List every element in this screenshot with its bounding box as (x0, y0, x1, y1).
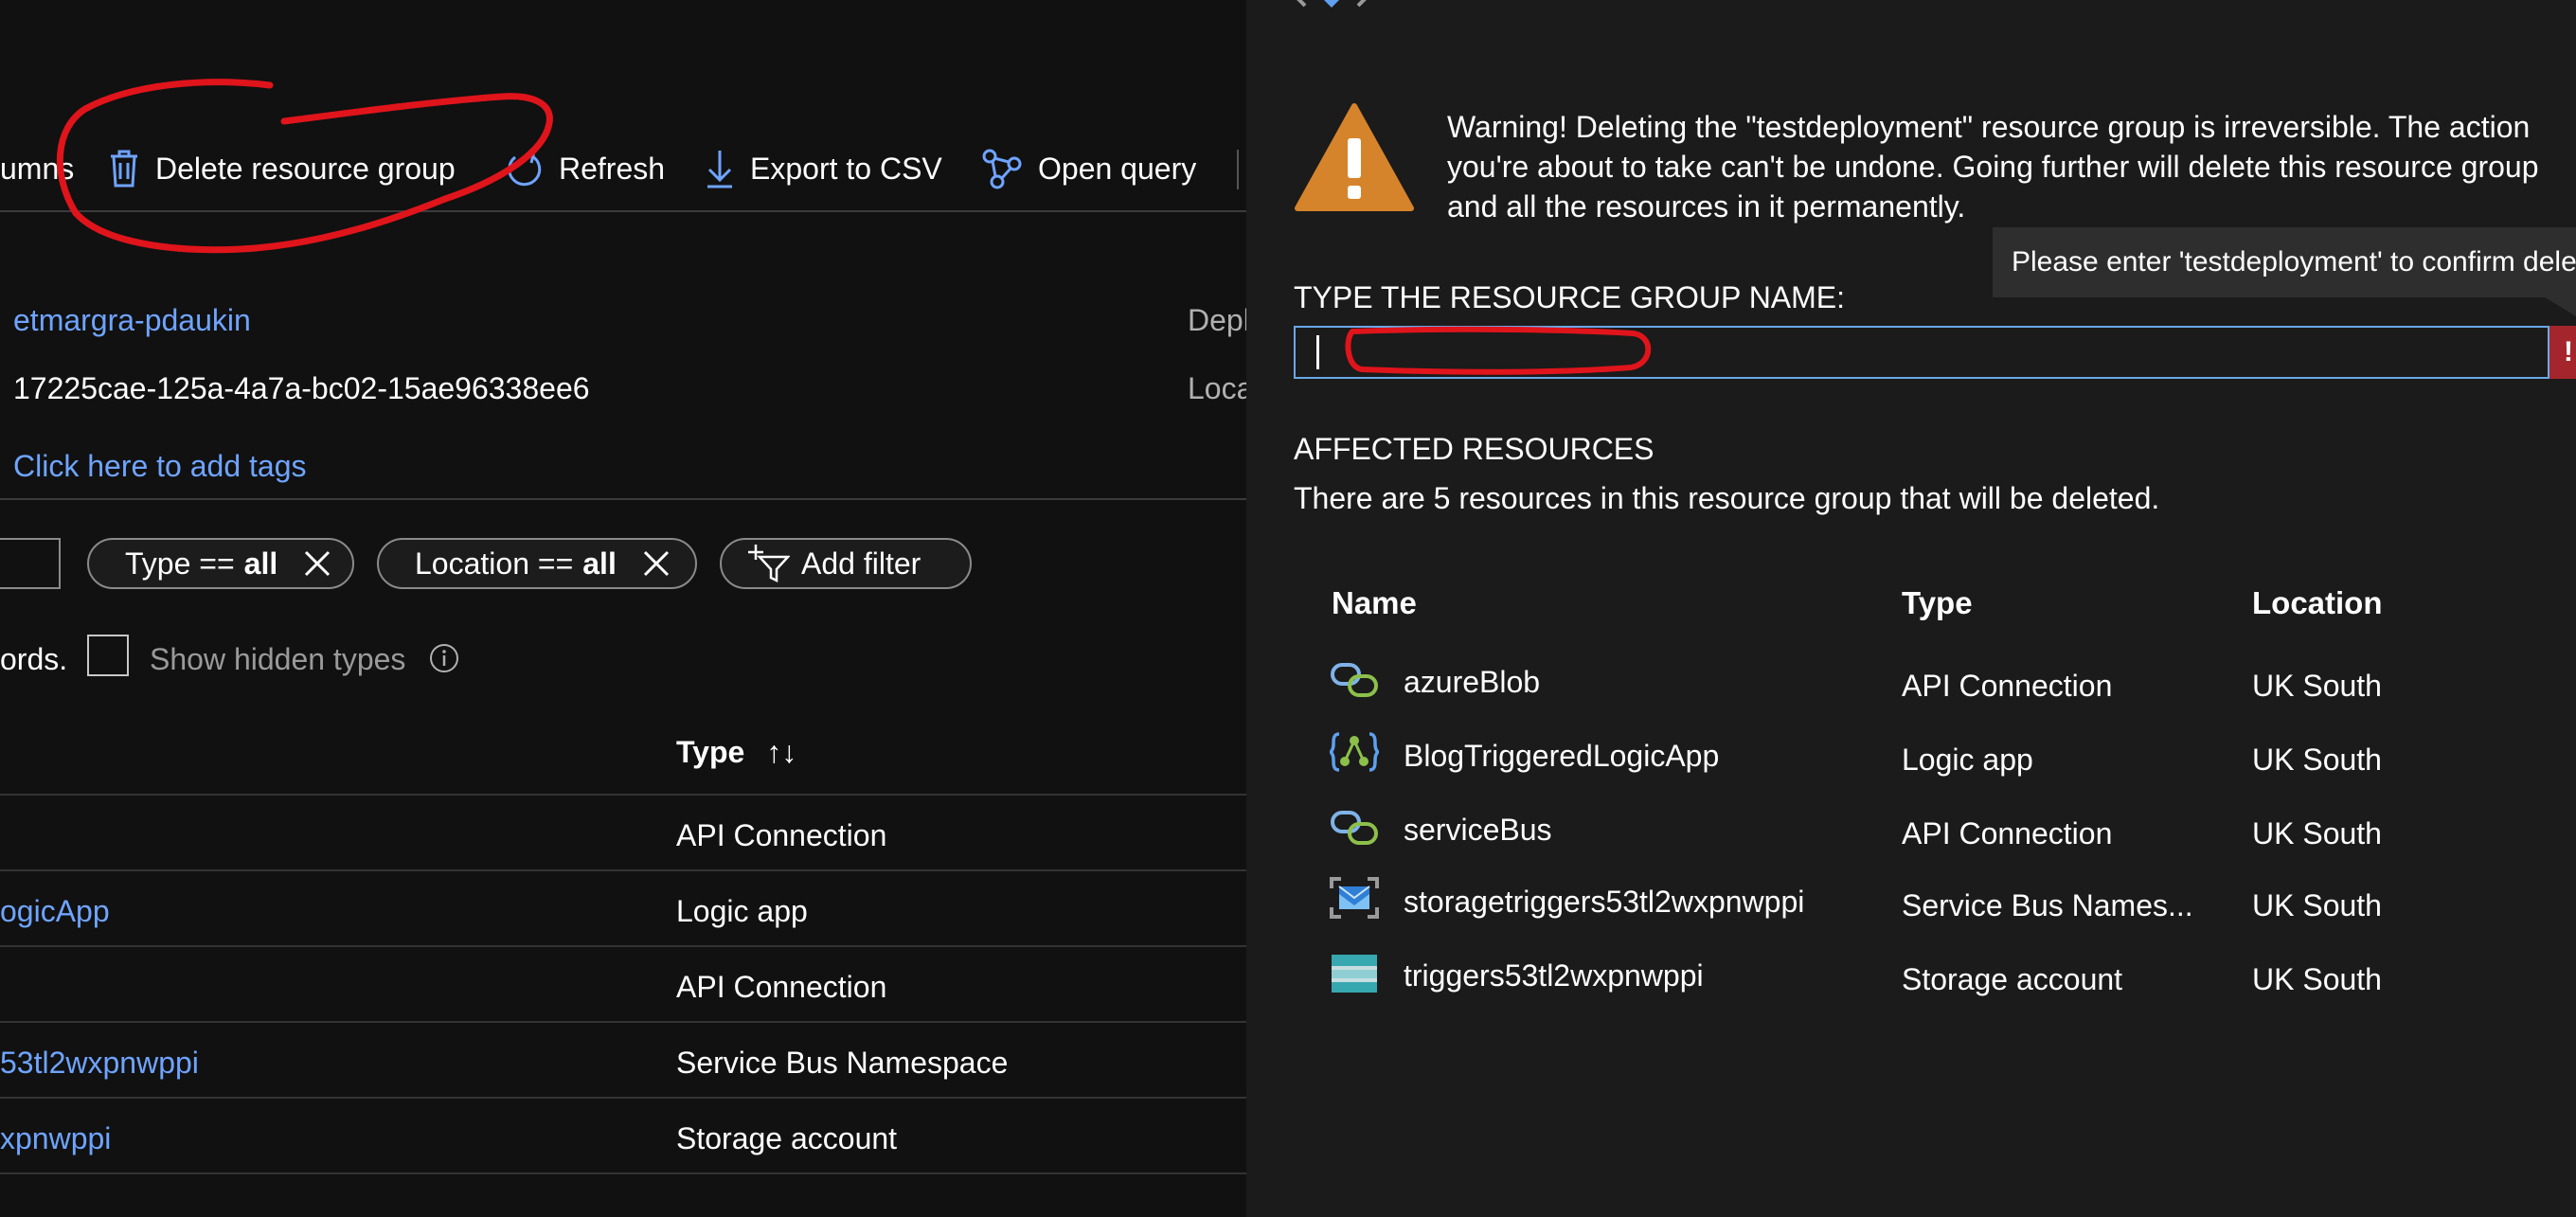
name-column-header: Name (1332, 585, 1417, 620)
add-tags-link[interactable]: Click here to add tags (13, 449, 307, 484)
resource-row-name[interactable]: ogicApp (0, 894, 110, 929)
remove-location-filter-close-icon[interactable] (637, 545, 675, 582)
resource-type: Service Bus Names... (1902, 888, 2193, 922)
resource-name: storagetriggers53tl2wxpnwppi (1404, 885, 1805, 919)
resource-location: UK South (2252, 816, 2382, 850)
service-bus-icon (1330, 877, 1379, 919)
type-column-header-label: Type (676, 735, 745, 769)
resource-name: triggers53tl2wxpnwppi (1404, 958, 1704, 993)
resource-location: UK South (2252, 888, 2382, 922)
validation-tooltip: Please enter 'testdeployment' to confirm… (1993, 227, 2576, 297)
row-divider (0, 945, 1246, 947)
location-column-header: Location (2252, 585, 2383, 620)
essentials-separator (0, 498, 1246, 500)
resource-group-blade: umns Delete resource group Refresh Expor… (0, 0, 1246, 1217)
warning-text-line-3: and all the resources in it permanently. (1447, 189, 1966, 224)
affected-resources-description: There are 5 resources in this resource g… (1294, 481, 2160, 515)
resource-row-type: API Connection (676, 970, 887, 1004)
resource-name: azureBlob (1404, 665, 1541, 699)
resource-row-type: Storage account (676, 1121, 898, 1155)
validation-tooltip-text: Please enter 'testdeployment' to confirm… (2012, 246, 2576, 277)
location-filter-pill[interactable]: Location == all (377, 538, 697, 589)
info-icon[interactable] (428, 642, 460, 674)
deployments-label: Depl (1188, 303, 1246, 337)
type-filter-pill[interactable]: Type == all (87, 538, 354, 589)
subscription-id: 17225cae-125a-4a7a-bc02-15ae96338ee6 (13, 371, 590, 405)
resource-type: Logic app (1902, 743, 2033, 777)
resource-location: UK South (2252, 669, 2382, 703)
add-filter-icon (748, 545, 790, 583)
warning-text-line-2: you're about to take can't be undone. Go… (1447, 150, 2539, 184)
row-divider (0, 869, 1246, 871)
annotation-circle-mark (56, 79, 553, 254)
annotation-scribble-mark (1345, 326, 1652, 375)
resource-location: UK South (2252, 743, 2382, 777)
warning-text-line-1: Warning! Deleting the "testdeployment" r… (1447, 110, 2531, 144)
row-divider (0, 1021, 1246, 1023)
location-filter-value: all (582, 546, 617, 581)
remove-type-filter-close-icon[interactable] (298, 545, 336, 582)
resource-location: UK South (2252, 962, 2382, 996)
subscription-link[interactable]: etmargra-pdaukin (13, 303, 251, 338)
resource-name: BlogTriggeredLogicApp (1404, 739, 1720, 773)
text-caret (1316, 335, 1319, 369)
warning-icon (1295, 103, 1414, 211)
add-filter-label: Add filter (801, 546, 921, 581)
type-column-header: Type (1902, 585, 1973, 620)
logic-app-icon (1330, 732, 1379, 772)
delete-resource-group-panel: Warning! Deleting the "testdeployment" r… (1246, 0, 2576, 1217)
row-divider (0, 1172, 1246, 1174)
records-count-label: ords. (0, 642, 68, 676)
row-divider (0, 1097, 1246, 1099)
affected-resources-title: AFFECTED RESOURCES (1294, 432, 1655, 466)
sort-icon: ↑↓ (766, 735, 797, 769)
location-filter-key: Location == (415, 546, 574, 581)
resource-group-icon (1297, 0, 1367, 8)
resource-type: Storage account (1902, 962, 2123, 996)
resource-name: serviceBus (1404, 813, 1552, 847)
type-filter-value: all (243, 546, 278, 581)
resource-group-name-label: TYPE THE RESOURCE GROUP NAME: (1294, 280, 1846, 314)
header-divider (0, 794, 1246, 796)
tooltip-arrow (2542, 295, 2576, 316)
add-filter-button[interactable]: Add filter (720, 538, 972, 589)
resource-row-name[interactable]: 53tl2wxpnwppi (0, 1046, 199, 1081)
type-filter-key: Type == (125, 546, 235, 581)
api-connection-icon (1331, 811, 1378, 845)
show-hidden-types-label: Show hidden types (150, 642, 406, 676)
location-label: Loca (1188, 371, 1246, 405)
resource-row-name[interactable]: xpnwppi (0, 1121, 111, 1156)
api-connection-icon (1331, 663, 1378, 697)
storage-account-icon (1332, 955, 1377, 993)
resource-type: API Connection (1902, 669, 2113, 703)
resource-row-type: API Connection (676, 818, 887, 852)
resource-row-type: Logic app (676, 894, 808, 928)
show-hidden-types-checkbox[interactable] (87, 635, 129, 676)
resource-row-type: Service Bus Namespace (676, 1046, 1009, 1080)
resource-type: API Connection (1902, 816, 2113, 850)
filter-search-input[interactable] (0, 538, 61, 589)
input-error-icon: ! (2549, 326, 2576, 379)
type-column-header[interactable]: Type ↑↓ (676, 735, 796, 770)
